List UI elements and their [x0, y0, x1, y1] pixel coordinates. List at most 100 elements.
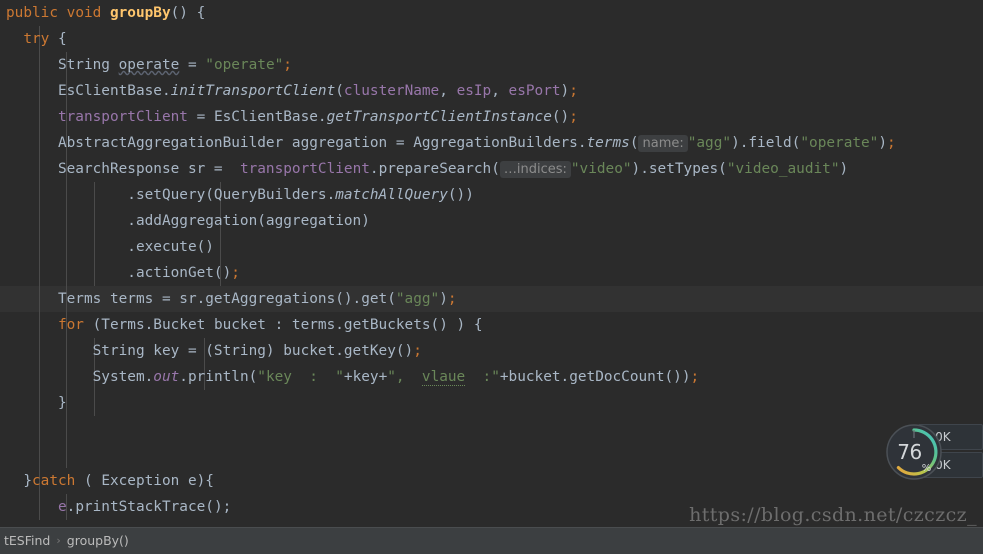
code-token: initTransportClient — [170, 83, 336, 99]
code-line[interactable]: SearchResponse sr = transportClient.prep… — [0, 156, 983, 182]
code-token: esIp — [456, 83, 492, 99]
code-token: matchAllQuery — [335, 187, 448, 203]
code-token: ; — [690, 369, 700, 385]
code-token: void — [66, 5, 102, 21]
indent-guide — [39, 416, 40, 442]
parameter-hint-chip: name: — [638, 135, 688, 152]
code-token: ) — [878, 135, 888, 151]
breadcrumb-item-0[interactable]: tESFind — [0, 533, 54, 548]
code-line[interactable]: Terms terms = sr.getAggregations().get("… — [0, 286, 983, 312]
code-line-text: try { — [0, 26, 66, 52]
code-line-text: transportClient = EsClientBase.getTransp… — [0, 104, 578, 130]
code-line-text: e.printStackTrace(); — [0, 494, 231, 520]
code-token: ; — [231, 265, 240, 281]
code-line-text: Terms terms = sr.getAggregations().get("… — [0, 286, 457, 312]
code-line[interactable]: }catch ( Exception e){ — [0, 468, 983, 494]
code-token: transportClient — [239, 161, 370, 177]
code-token: ( — [335, 83, 344, 99]
code-line-text: EsClientBase.initTransportClient(cluster… — [0, 78, 578, 104]
indent-guide — [66, 442, 67, 468]
code-line[interactable]: String operate = "operate"; — [0, 52, 983, 78]
code-editor[interactable]: public void groupBy() { try { String ope… — [0, 0, 983, 527]
code-token: ).setTypes( — [631, 161, 727, 177]
code-line[interactable]: .addAggregation(aggregation) — [0, 208, 983, 234]
code-token: ; — [413, 343, 422, 359]
code-token: public — [6, 5, 58, 21]
code-line[interactable] — [0, 442, 983, 468]
code-token: ", — [387, 369, 422, 385]
code-line[interactable]: public void groupBy() { — [0, 0, 983, 26]
code-line[interactable] — [0, 416, 983, 442]
code-token: e — [57, 499, 67, 515]
code-token: () — [551, 109, 570, 125]
code-token: ).field( — [731, 135, 801, 151]
breadcrumb[interactable]: tESFind › groupBy() — [0, 527, 983, 554]
code-token: .prepareSearch( — [369, 161, 500, 177]
code-token: +bucket.getDocCount()) — [499, 369, 691, 385]
code-token: transportClient — [57, 109, 188, 125]
code-line[interactable]: EsClientBase.initTransportClient(cluster… — [0, 78, 983, 104]
code-line[interactable]: .setQuery(QueryBuilders.matchAllQuery()) — [0, 182, 983, 208]
code-token: operate — [118, 57, 180, 73]
code-line[interactable]: String key = (String) bucket.getKey(); — [0, 338, 983, 364]
cpu-usage-number: 76 — [897, 440, 922, 464]
code-token: } — [6, 473, 32, 489]
ide-window: public void groupBy() { try { String ope… — [0, 0, 983, 554]
code-token: = — [187, 109, 214, 125]
network-monitor-widget[interactable]: ↑ 0K ↓ 0K 76% — [886, 424, 983, 480]
code-line[interactable]: } — [0, 390, 983, 416]
code-token: groupBy — [109, 5, 171, 21]
code-line-text: .execute() — [0, 234, 214, 260]
indent-guide — [39, 442, 40, 468]
code-line[interactable]: transportClient = EsClientBase.getTransp… — [0, 104, 983, 130]
code-token: .addAggregation(aggregation) — [6, 213, 370, 229]
code-token: = — [179, 57, 206, 73]
code-token: "agg" — [687, 135, 732, 151]
code-token: , — [491, 83, 509, 99]
code-line[interactable]: .execute() — [0, 234, 983, 260]
code-token: "key : " — [257, 369, 344, 385]
code-line[interactable]: .actionGet(); — [0, 260, 983, 286]
code-token: "agg" — [395, 291, 440, 307]
code-line[interactable]: e.printStackTrace(); — [0, 494, 983, 520]
code-token: "video_audit" — [726, 161, 840, 177]
code-line[interactable]: try { — [0, 26, 983, 52]
code-line[interactable]: for (Terms.Bucket bucket : terms.getBuck… — [0, 312, 983, 338]
code-line[interactable]: System.out.println("key : "+key+", vlaue… — [0, 364, 983, 390]
code-line-text: SearchResponse sr = transportClient.prep… — [0, 156, 848, 183]
code-token: , — [439, 83, 457, 99]
code-token: EsClientBase. — [57, 83, 171, 99]
code-token: "operate" — [205, 57, 284, 73]
code-token: "video" — [570, 161, 632, 177]
code-token: SearchResponse sr = — [57, 161, 240, 177]
code-token: ; — [447, 291, 457, 307]
breadcrumb-separator-icon: › — [56, 534, 61, 547]
percent-symbol: % — [921, 463, 932, 474]
code-token: } — [6, 395, 67, 411]
code-token: clusterName — [343, 83, 440, 99]
code-token: :" — [465, 369, 500, 385]
code-token: .setQuery(QueryBuilders. — [6, 187, 336, 203]
code-token: vlaue — [421, 369, 466, 386]
code-token: .println( — [179, 369, 258, 385]
code-token: getTransportClientInstance — [326, 109, 552, 125]
code-token: catch — [32, 473, 76, 489]
code-line[interactable]: AbstractAggregationBuilder aggregation =… — [0, 130, 983, 156]
code-line-text: public void groupBy() { — [0, 0, 205, 26]
code-token: String key = (String) bucket.getKey() — [6, 343, 414, 359]
code-token: for — [57, 317, 84, 333]
code-token: terms — [586, 135, 630, 151]
code-token: Terms terms = sr.getAggregations().get( — [57, 291, 396, 307]
code-token: ) — [439, 291, 448, 307]
breadcrumb-item-1[interactable]: groupBy() — [63, 533, 133, 548]
code-line-text: .actionGet(); — [0, 260, 240, 286]
indent-guide — [94, 390, 95, 416]
